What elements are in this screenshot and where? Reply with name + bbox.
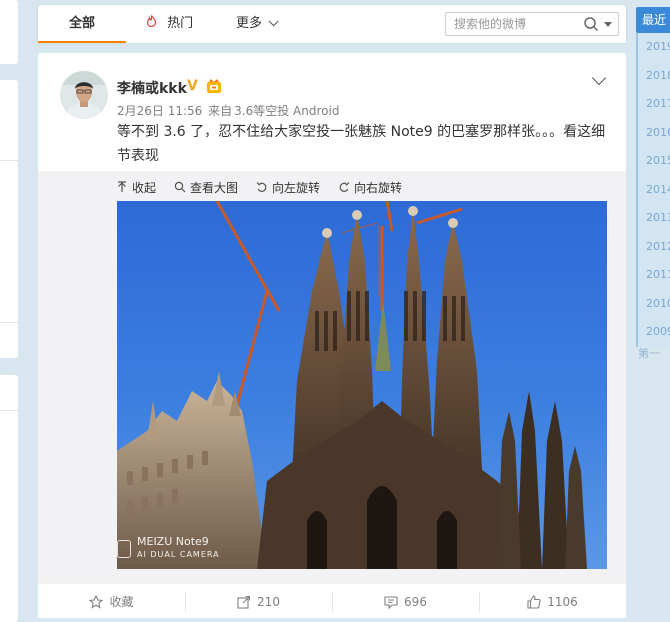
repost-button[interactable]: 210: [185, 584, 332, 619]
tab-more[interactable]: 更多: [236, 5, 296, 43]
comment-button[interactable]: 696: [332, 584, 479, 619]
watermark-line1: MEIZU Note9: [137, 535, 209, 548]
tab-all-label: 全部: [68, 16, 95, 31]
tab-more-label: 更多: [236, 16, 263, 31]
timeline-year[interactable]: 2015: [636, 147, 670, 176]
like-count: 1106: [547, 594, 578, 609]
timeline-year[interactable]: 2012: [636, 232, 670, 261]
post-source-prefix: 来自: [208, 104, 233, 118]
search-icon[interactable]: [583, 16, 599, 32]
weibo-post-card: 李楠或kkk V 2月26日 11:56 来自 3.6等空投 Android 等不…: [38, 53, 626, 583]
left-divider: [0, 322, 18, 323]
collapse-up-icon: [118, 181, 126, 192]
thumbs-up-icon: [527, 594, 541, 609]
search-input[interactable]: [454, 13, 574, 35]
collapse-button[interactable]: 收起: [116, 177, 156, 197]
left-divider: [0, 160, 18, 161]
watermark-line2: AI DUAL CAMERA: [137, 550, 220, 559]
timeline-recent[interactable]: 最近: [636, 7, 670, 33]
favorite-label: 收藏: [109, 595, 134, 609]
repost-count: 210: [257, 594, 280, 609]
vip-crown-icon[interactable]: [206, 78, 222, 94]
post-photo[interactable]: MEIZU Note9 AI DUAL CAMERA: [117, 201, 607, 569]
timeline-year[interactable]: 2019: [636, 33, 670, 62]
like-button[interactable]: 1106: [479, 584, 626, 619]
view-large-button[interactable]: 查看大图: [174, 177, 238, 197]
tab-hot-label: 热门: [167, 16, 194, 31]
chevron-down-icon: [268, 16, 279, 27]
timeline-year[interactable]: 2017: [636, 90, 670, 119]
cathedral-photo-illustration: [117, 201, 587, 569]
search-box: [445, 12, 619, 36]
repost-icon: [237, 595, 251, 609]
rotate-right-button[interactable]: 向右旋转: [338, 177, 402, 197]
post-meta: 2月26日 11:56 来自 3.6等空投 Android: [117, 102, 339, 119]
left-sidebar: [0, 0, 18, 622]
left-sidebar-card: [0, 0, 18, 64]
fire-icon: [146, 15, 161, 31]
left-sidebar-card: [0, 80, 18, 358]
post-text: 等不到 3.6 了，忍不住给大家空投一张魅族 Note9 的巴塞罗那样张。。。看…: [117, 124, 606, 164]
post-action-bar: 收藏 210 696 1106: [38, 583, 626, 618]
timeline-year[interactable]: 2009: [636, 318, 670, 347]
timeline-year[interactable]: 2013: [636, 204, 670, 233]
camera-watermark-icon: [117, 540, 131, 558]
star-icon: [89, 594, 104, 609]
timeline-year[interactable]: 2011: [636, 261, 670, 290]
rotate-left-icon: [256, 182, 267, 192]
comment-count: 696: [404, 594, 427, 609]
feed-tab-bar: 全部 热门 更多: [38, 5, 626, 43]
collapse-label: 收起: [132, 180, 157, 195]
timeline-year[interactable]: 2014: [636, 175, 670, 204]
post-date[interactable]: 2月26日 11:56: [117, 104, 202, 118]
media-area: 收起 查看大图 向左旋转 向右旋转 MEIZU Note9 AI DUAL CA…: [38, 171, 626, 583]
search-dropdown-icon[interactable]: [604, 22, 612, 27]
rotate-left-button[interactable]: 向左旋转: [256, 177, 320, 197]
photo-watermark: MEIZU Note9 AI DUAL CAMERA: [137, 535, 220, 561]
year-timeline: 最近 2019 2018 2017 2016 2015 2014 2013 20…: [636, 7, 670, 361]
avatar[interactable]: [60, 71, 108, 119]
timeline-year[interactable]: 2018: [636, 61, 670, 90]
rotate-left-label: 向左旋转: [272, 180, 321, 195]
comment-icon: [384, 595, 398, 609]
timeline-year[interactable]: 2016: [636, 118, 670, 147]
tab-all[interactable]: 全部: [38, 5, 126, 43]
view-large-label: 查看大图: [190, 180, 239, 195]
timeline-year[interactable]: 2010: [636, 289, 670, 318]
verified-badge-icon: V: [187, 78, 198, 94]
post-source[interactable]: 3.6等空投 Android: [234, 104, 339, 118]
rotate-right-icon: [339, 182, 350, 192]
media-toolbar: 收起 查看大图 向左旋转 向右旋转: [116, 177, 402, 197]
left-divider: [0, 410, 18, 411]
chevron-down-icon[interactable]: [591, 70, 607, 86]
tab-hot[interactable]: 热门: [146, 5, 206, 43]
favorite-button[interactable]: 收藏: [38, 584, 185, 619]
left-sidebar-card: [0, 375, 18, 622]
author-name[interactable]: 李楠或kkk: [117, 78, 187, 98]
rotate-right-label: 向右旋转: [354, 180, 403, 195]
timeline-first[interactable]: 第一: [636, 347, 670, 361]
magnifier-icon: [174, 181, 186, 193]
